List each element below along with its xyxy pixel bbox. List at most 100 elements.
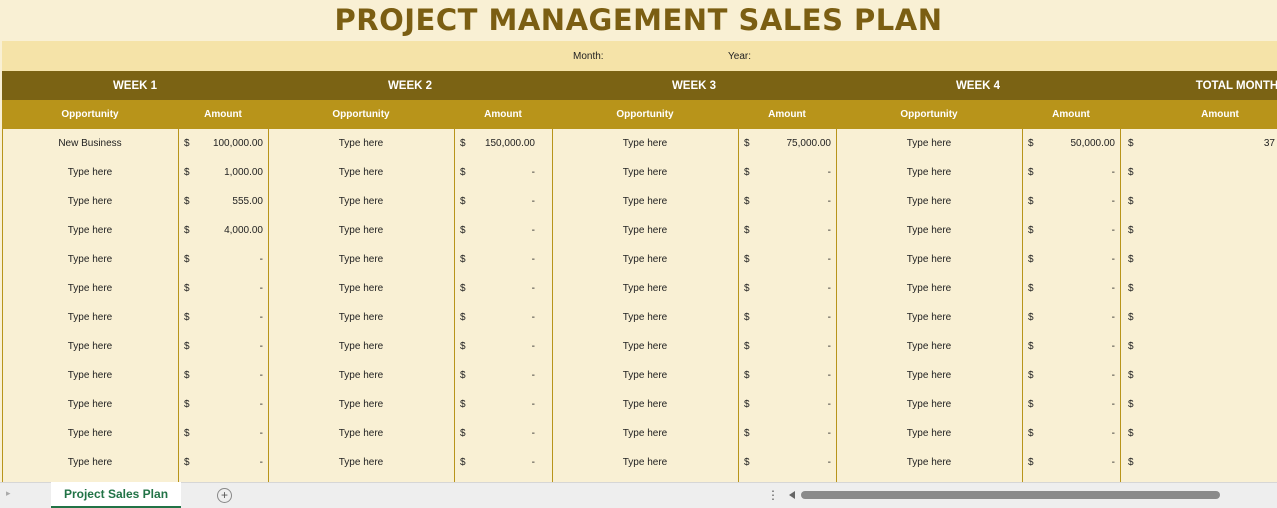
- opportunity-cell[interactable]: Type here: [552, 448, 738, 477]
- amount-cell[interactable]: -: [738, 419, 831, 448]
- amount-cell[interactable]: -: [178, 419, 263, 448]
- opportunity-cell[interactable]: Type here: [268, 129, 454, 158]
- amount-cell[interactable]: -: [1022, 419, 1115, 448]
- amount-cell[interactable]: -: [1022, 332, 1115, 361]
- opportunity-cell[interactable]: Type here: [836, 129, 1022, 158]
- amount-cell[interactable]: [1120, 390, 1275, 419]
- opportunity-cell[interactable]: Type here: [268, 448, 454, 477]
- amount-cell[interactable]: -: [454, 245, 535, 274]
- amount-cell[interactable]: -: [178, 245, 263, 274]
- amount-cell[interactable]: [1120, 448, 1275, 477]
- more-options-icon[interactable]: ⋮: [767, 488, 779, 502]
- amount-cell[interactable]: 555.00: [178, 187, 263, 216]
- amount-cell[interactable]: -: [178, 390, 263, 419]
- opportunity-cell[interactable]: Type here: [552, 216, 738, 245]
- amount-cell[interactable]: -: [178, 274, 263, 303]
- amount-cell[interactable]: -: [738, 187, 831, 216]
- opportunity-cell[interactable]: Type here: [2, 216, 178, 245]
- amount-cell[interactable]: [1120, 187, 1275, 216]
- amount-cell[interactable]: -: [454, 158, 535, 187]
- opportunity-cell[interactable]: Type here: [2, 187, 178, 216]
- opportunity-cell[interactable]: Type here: [268, 158, 454, 187]
- opportunity-cell[interactable]: Type here: [552, 419, 738, 448]
- opportunity-cell[interactable]: Type here: [2, 390, 178, 419]
- amount-cell[interactable]: -: [738, 216, 831, 245]
- amount-cell[interactable]: -: [738, 303, 831, 332]
- amount-cell[interactable]: [1120, 216, 1275, 245]
- opportunity-cell[interactable]: Type here: [552, 245, 738, 274]
- amount-cell[interactable]: -: [1022, 158, 1115, 187]
- amount-cell[interactable]: -: [178, 303, 263, 332]
- opportunity-cell[interactable]: Type here: [836, 448, 1022, 477]
- opportunity-cell[interactable]: Type here: [268, 274, 454, 303]
- opportunity-cell[interactable]: Type here: [2, 361, 178, 390]
- opportunity-cell[interactable]: Type here: [268, 390, 454, 419]
- amount-cell[interactable]: [1120, 419, 1275, 448]
- amount-cell[interactable]: -: [1022, 187, 1115, 216]
- amount-cell[interactable]: 100,000.00: [178, 129, 263, 158]
- amount-cell[interactable]: -: [738, 274, 831, 303]
- amount-cell[interactable]: [1120, 245, 1275, 274]
- opportunity-cell[interactable]: Type here: [836, 187, 1022, 216]
- tab-scroll-left-icon[interactable]: ▸: [6, 488, 11, 499]
- opportunity-cell[interactable]: Type here: [552, 274, 738, 303]
- amount-cell[interactable]: -: [454, 361, 535, 390]
- opportunity-cell[interactable]: Type here: [836, 390, 1022, 419]
- opportunity-cell[interactable]: Type here: [268, 187, 454, 216]
- amount-cell[interactable]: -: [454, 274, 535, 303]
- amount-cell[interactable]: -: [738, 332, 831, 361]
- opportunity-cell[interactable]: Type here: [268, 361, 454, 390]
- opportunity-cell[interactable]: Type here: [552, 332, 738, 361]
- amount-cell[interactable]: 37: [1120, 129, 1275, 158]
- scroll-left-arrow-icon[interactable]: [789, 491, 795, 499]
- horizontal-scrollbar[interactable]: [801, 491, 1220, 499]
- amount-cell[interactable]: -: [1022, 390, 1115, 419]
- amount-cell[interactable]: -: [454, 187, 535, 216]
- amount-cell[interactable]: -: [178, 332, 263, 361]
- amount-cell[interactable]: [1120, 332, 1275, 361]
- amount-cell[interactable]: -: [178, 448, 263, 477]
- opportunity-cell[interactable]: Type here: [836, 158, 1022, 187]
- opportunity-cell[interactable]: Type here: [836, 274, 1022, 303]
- amount-cell[interactable]: [1120, 274, 1275, 303]
- opportunity-cell[interactable]: Type here: [268, 216, 454, 245]
- opportunity-cell[interactable]: Type here: [552, 158, 738, 187]
- amount-cell[interactable]: [1120, 361, 1275, 390]
- opportunity-cell[interactable]: Type here: [836, 361, 1022, 390]
- opportunity-cell[interactable]: New Business: [2, 129, 178, 158]
- opportunity-cell[interactable]: Type here: [2, 303, 178, 332]
- amount-cell[interactable]: 50,000.00: [1022, 129, 1116, 158]
- amount-cell[interactable]: [1120, 303, 1275, 332]
- amount-cell[interactable]: 75,000.00: [738, 129, 832, 158]
- opportunity-cell[interactable]: Type here: [2, 448, 178, 477]
- opportunity-cell[interactable]: Type here: [268, 419, 454, 448]
- opportunity-cell[interactable]: Type here: [2, 274, 178, 303]
- opportunity-cell[interactable]: Type here: [2, 158, 178, 187]
- amount-cell[interactable]: -: [1022, 361, 1115, 390]
- amount-cell[interactable]: -: [1022, 245, 1115, 274]
- amount-cell[interactable]: -: [738, 390, 831, 419]
- amount-cell[interactable]: -: [1022, 303, 1115, 332]
- opportunity-cell[interactable]: Type here: [2, 332, 178, 361]
- amount-cell[interactable]: -: [738, 245, 831, 274]
- amount-cell[interactable]: -: [738, 158, 831, 187]
- opportunity-cell[interactable]: Type here: [268, 245, 454, 274]
- opportunity-cell[interactable]: Type here: [268, 332, 454, 361]
- amount-cell[interactable]: -: [454, 390, 535, 419]
- amount-cell[interactable]: -: [454, 419, 535, 448]
- sheet-tab-project-sales-plan[interactable]: Project Sales Plan: [51, 482, 181, 508]
- opportunity-cell[interactable]: Type here: [836, 419, 1022, 448]
- amount-cell[interactable]: -: [454, 448, 535, 477]
- opportunity-cell[interactable]: Type here: [552, 129, 738, 158]
- opportunity-cell[interactable]: Type here: [2, 245, 178, 274]
- amount-cell[interactable]: -: [738, 448, 831, 477]
- amount-cell[interactable]: -: [454, 216, 535, 245]
- opportunity-cell[interactable]: Type here: [552, 303, 738, 332]
- opportunity-cell[interactable]: Type here: [2, 419, 178, 448]
- opportunity-cell[interactable]: Type here: [552, 390, 738, 419]
- opportunity-cell[interactable]: Type here: [836, 216, 1022, 245]
- amount-cell[interactable]: -: [454, 303, 535, 332]
- amount-cell[interactable]: 1,000.00: [178, 158, 263, 187]
- opportunity-cell[interactable]: Type here: [268, 303, 454, 332]
- opportunity-cell[interactable]: Type here: [552, 187, 738, 216]
